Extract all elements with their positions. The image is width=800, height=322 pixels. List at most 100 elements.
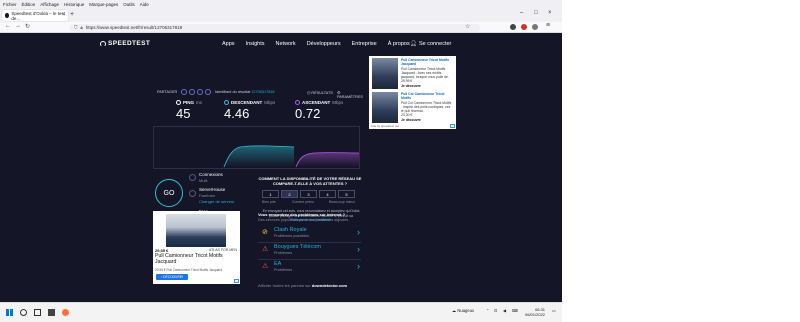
divider <box>258 241 361 242</box>
ad-discover-button[interactable]: › DÉCOUVRIR <box>156 274 188 280</box>
outage-item-bouygues[interactable]: ⚠ Bouygues Télécom Problèmes › <box>258 243 361 259</box>
ad-item[interactable]: Pull Camionneur Tricot Motifs Jacquard P… <box>372 58 453 89</box>
speedtest-logo[interactable]: SPEEDTEST <box>100 40 150 47</box>
survey-option-1[interactable]: 1 <box>262 190 279 198</box>
browser-window: Fichier Édition Affichage Historique Mar… <box>0 0 562 322</box>
adchoices-icon[interactable] <box>450 124 455 128</box>
ad-banner-left[interactable]: 29,95 € ATLAS FOR MEN Pull Camionneur Tr… <box>153 211 240 284</box>
downdetector-link[interactable]: Afficher toutes les pannes sur downdetec… <box>258 283 347 288</box>
nav-insights[interactable]: Insights <box>246 41 265 47</box>
language-icon[interactable]: ⌨ <box>512 308 518 313</box>
results-link[interactable]: ◷ RÉSULTATS <box>307 90 333 95</box>
nav-apps[interactable]: Apps <box>222 41 235 47</box>
menu-item-bookmarks[interactable]: Marque-pages <box>89 2 118 7</box>
connections-value[interactable]: Multi <box>199 178 223 183</box>
upload-value: 0.72 <box>295 106 321 121</box>
start-icon[interactable] <box>6 309 13 316</box>
go-button[interactable]: GO <box>155 179 183 207</box>
windows-taskbar: ☁ Nuageux ⌃ ⊡ ◀ ⌨ 08:31 06/01/2022 ▭ <box>0 302 562 322</box>
maximize-icon[interactable]: □ <box>534 10 538 16</box>
ad-text: Pull Col Camionneur Tricot Motifs Pull C… <box>401 92 453 122</box>
ad-item[interactable]: Pull Col Camionneur Tricot Motifs Pull C… <box>372 92 453 123</box>
task-view-icon[interactable] <box>34 309 41 316</box>
more-share-icon[interactable] <box>205 88 211 95</box>
lock-icon: 🔒︎ <box>80 25 83 30</box>
survey-option-3[interactable]: 3 <box>300 190 317 198</box>
extension-icon[interactable] <box>521 24 527 30</box>
settings-link[interactable]: ⚙ PARAMÈTRES <box>337 90 363 99</box>
widgets-icon[interactable] <box>48 309 55 316</box>
bookmark-star-icon[interactable]: ☆ <box>465 23 470 30</box>
search-icon[interactable] <box>20 309 27 316</box>
upload-result: ASCENDANT Mbps 0.72 <box>295 100 343 121</box>
new-tab-icon[interactable]: + <box>70 11 74 18</box>
share-label: PARTAGER <box>157 90 178 94</box>
twitter-share-icon[interactable] <box>189 88 195 95</box>
ad-description: Pull Camionneur Tricot Motifs Jacquard :… <box>401 66 449 80</box>
menu-bar: Fichier Édition Affichage Historique Mar… <box>0 0 562 8</box>
menu-icon[interactable]: ≡ <box>546 22 550 29</box>
outage-item-name: Clash Royale <box>274 227 307 233</box>
address-bar[interactable]: ⛉ 🔒︎ https://www.speedtest.net/fr/result… <box>70 23 480 32</box>
survey-option-5[interactable]: 5 <box>338 190 355 198</box>
taskbar-clock[interactable]: 08:31 06/01/2022 <box>525 307 545 317</box>
survey-low-label: Bien pire <box>262 200 276 204</box>
connections-info: Connexions Multi <box>199 172 223 183</box>
menu-item-help[interactable]: Aide <box>140 2 149 7</box>
nav-about[interactable]: À propos <box>388 41 410 47</box>
survey-question: COMMENT LA DISPONIBILITÉ DE VOTRE RÉSEAU… <box>258 176 362 186</box>
go-label: GO <box>163 189 175 197</box>
nav-enterprise[interactable]: Entreprise <box>352 41 377 47</box>
tray-chevron-icon[interactable]: ⌃ <box>486 308 490 313</box>
outage-item-status: Problèmes <box>274 251 293 255</box>
minimize-icon[interactable]: – <box>520 10 523 16</box>
survey: COMMENT LA DISPONIBILITÉ DE VOTRE RÉSEAU… <box>258 176 362 186</box>
tab-close-icon[interactable]: × <box>62 12 65 18</box>
downdetector-site: downdetector.com <box>311 283 348 288</box>
address-url: https://www.speedtest.net/fr/result/1270… <box>85 25 183 30</box>
link-share-icon[interactable] <box>181 88 187 95</box>
warning-icon: ⊘ <box>262 229 268 236</box>
survey-option-2[interactable]: 2 <box>281 190 298 198</box>
menu-item-history[interactable]: Historique <box>64 2 84 7</box>
menu-item-view[interactable]: Affichage <box>40 2 59 7</box>
firefox-icon[interactable] <box>62 309 69 316</box>
site-nav: Apps Insights Network Développeurs Entre… <box>222 41 410 47</box>
nav-network[interactable]: Network <box>276 41 296 47</box>
reload-icon[interactable]: ↻ <box>25 23 30 30</box>
ad-cta[interactable]: Je découvre <box>401 84 453 88</box>
navigation-bar: ← → ↻ ⛉ 🔒︎ https://www.speedtest.net/fr/… <box>0 22 562 33</box>
result-id-value[interactable]: 12706317818 <box>251 90 274 94</box>
outage-panel: Vous rencontrez des problèmes sur intern… <box>258 212 368 272</box>
menu-item-file[interactable]: Fichier <box>3 2 17 7</box>
browser-tab[interactable]: Speedtest d'Ookla – le test de… × <box>2 10 68 21</box>
weather-widget[interactable]: ☁ Nuageux <box>452 308 474 313</box>
nav-developers[interactable]: Développeurs <box>307 41 341 47</box>
outage-item-clash-royale[interactable]: ⊘ Clash Royale Problèmes possibles › <box>258 226 361 242</box>
account-icon[interactable] <box>532 24 538 30</box>
change-server-link[interactable]: Changer de serveur <box>199 199 234 204</box>
notifications-icon[interactable]: ▭ <box>552 308 556 313</box>
menu-item-tools[interactable]: Outils <box>123 2 135 7</box>
outage-item-ea[interactable]: ⚠ EA Problèmes › <box>258 260 361 275</box>
survey-option-4[interactable]: 4 <box>319 190 336 198</box>
facebook-share-icon[interactable] <box>197 88 203 95</box>
forward-icon[interactable]: → <box>15 23 21 29</box>
login-link[interactable]: 👤︎ Se connecter <box>410 41 451 47</box>
connections-icon <box>189 174 196 181</box>
user-icon: 👤︎ <box>410 41 417 47</box>
volume-icon[interactable]: ◀ <box>503 308 506 313</box>
ad-cta[interactable]: Je découvre <box>401 118 453 122</box>
pocket-icon[interactable] <box>510 24 516 30</box>
speed-graph <box>153 126 360 169</box>
ad-brand: ATLAS FOR MEN <box>209 248 237 252</box>
adchoices-icon[interactable] <box>234 279 239 283</box>
ad-banner-right[interactable]: Pull Camionneur Tricot Motifs Jacquard P… <box>369 56 456 129</box>
menu-item-edit[interactable]: Édition <box>22 2 36 7</box>
alert-icon: ⚠ <box>262 263 269 270</box>
network-icon[interactable]: ⊡ <box>494 308 498 313</box>
outage-subtitle: Des services populaires avec des problèm… <box>258 218 349 222</box>
close-window-icon[interactable]: × <box>548 10 552 16</box>
back-icon[interactable]: ← <box>5 23 11 29</box>
tab-title: Speedtest d'Ookla – le test de… <box>11 10 66 21</box>
